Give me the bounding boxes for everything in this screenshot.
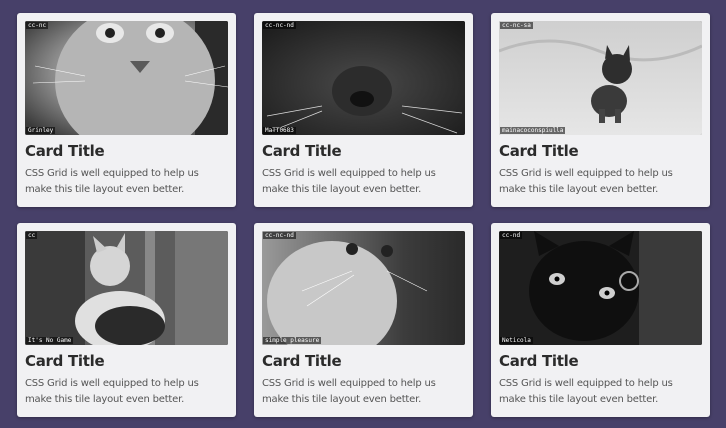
card-1[interactable]: cc-nc Grinley Card Title CSS Grid is wel… (17, 13, 236, 207)
card-grid: cc-nc Grinley Card Title CSS Grid is wel… (17, 13, 710, 417)
card-2[interactable]: cc-nc-nd MaTT0683 Card Title CSS Grid is… (254, 13, 473, 207)
photo-credit: Grinley (26, 127, 56, 134)
card-title: Card Title (25, 352, 105, 370)
license-label: cc-nc-sa (500, 22, 533, 29)
card-4[interactable]: cc It's No Game Card Title CSS Grid is w… (17, 223, 236, 417)
kitten-photo-on-blanket: cc-nc-sa mainacoconspiulla (499, 21, 702, 135)
photo-credit: MaTT0683 (263, 127, 296, 134)
photo-credit: mainacoconspiulla (500, 127, 566, 134)
cat-photo-closeup-up: cc-nc Grinley (25, 21, 228, 135)
card-description: CSS Grid is well equipped to help us mak… (499, 378, 673, 405)
black-cat-photo: cc-nd Neticola (499, 231, 702, 345)
card-title: Card Title (262, 142, 342, 160)
card-5[interactable]: cc-nc-nd simple pleasure Card Title CSS … (254, 223, 473, 417)
card-description: CSS Grid is well equipped to help us mak… (262, 168, 436, 195)
kitten-photo-peeking: cc-nc-nd simple pleasure (262, 231, 465, 345)
card-title: Card Title (262, 352, 342, 370)
card-title: Card Title (25, 142, 105, 160)
card-description: CSS Grid is well equipped to help us mak… (262, 378, 436, 405)
photo-credit: simple pleasure (263, 337, 322, 344)
cat-image (262, 231, 465, 345)
license-label: cc-nc (26, 22, 49, 29)
card-title: Card Title (499, 142, 579, 160)
cat-image (25, 21, 228, 135)
kitten-photo-looking-up: cc It's No Game (25, 231, 228, 345)
card-description: CSS Grid is well equipped to help us mak… (25, 168, 199, 195)
card-3[interactable]: cc-nc-sa mainacoconspiulla Card Title CS… (491, 13, 710, 207)
card-6[interactable]: cc-nd Neticola Card Title CSS Grid is we… (491, 223, 710, 417)
license-label: cc-nc-nd (263, 232, 296, 239)
cat-image (25, 231, 228, 345)
cat-image (499, 21, 702, 135)
license-label: cc-nc-nd (263, 22, 296, 29)
cat-image (499, 231, 702, 345)
cat-image (262, 21, 465, 135)
card-description: CSS Grid is well equipped to help us mak… (25, 378, 199, 405)
photo-credit: Neticola (500, 337, 533, 344)
photo-credit: It's No Game (26, 337, 74, 344)
card-description: CSS Grid is well equipped to help us mak… (499, 168, 673, 195)
license-label: cc (26, 232, 38, 239)
cat-photo-nose-closeup: cc-nc-nd MaTT0683 (262, 21, 465, 135)
license-label: cc-nd (500, 232, 523, 239)
card-title: Card Title (499, 352, 579, 370)
